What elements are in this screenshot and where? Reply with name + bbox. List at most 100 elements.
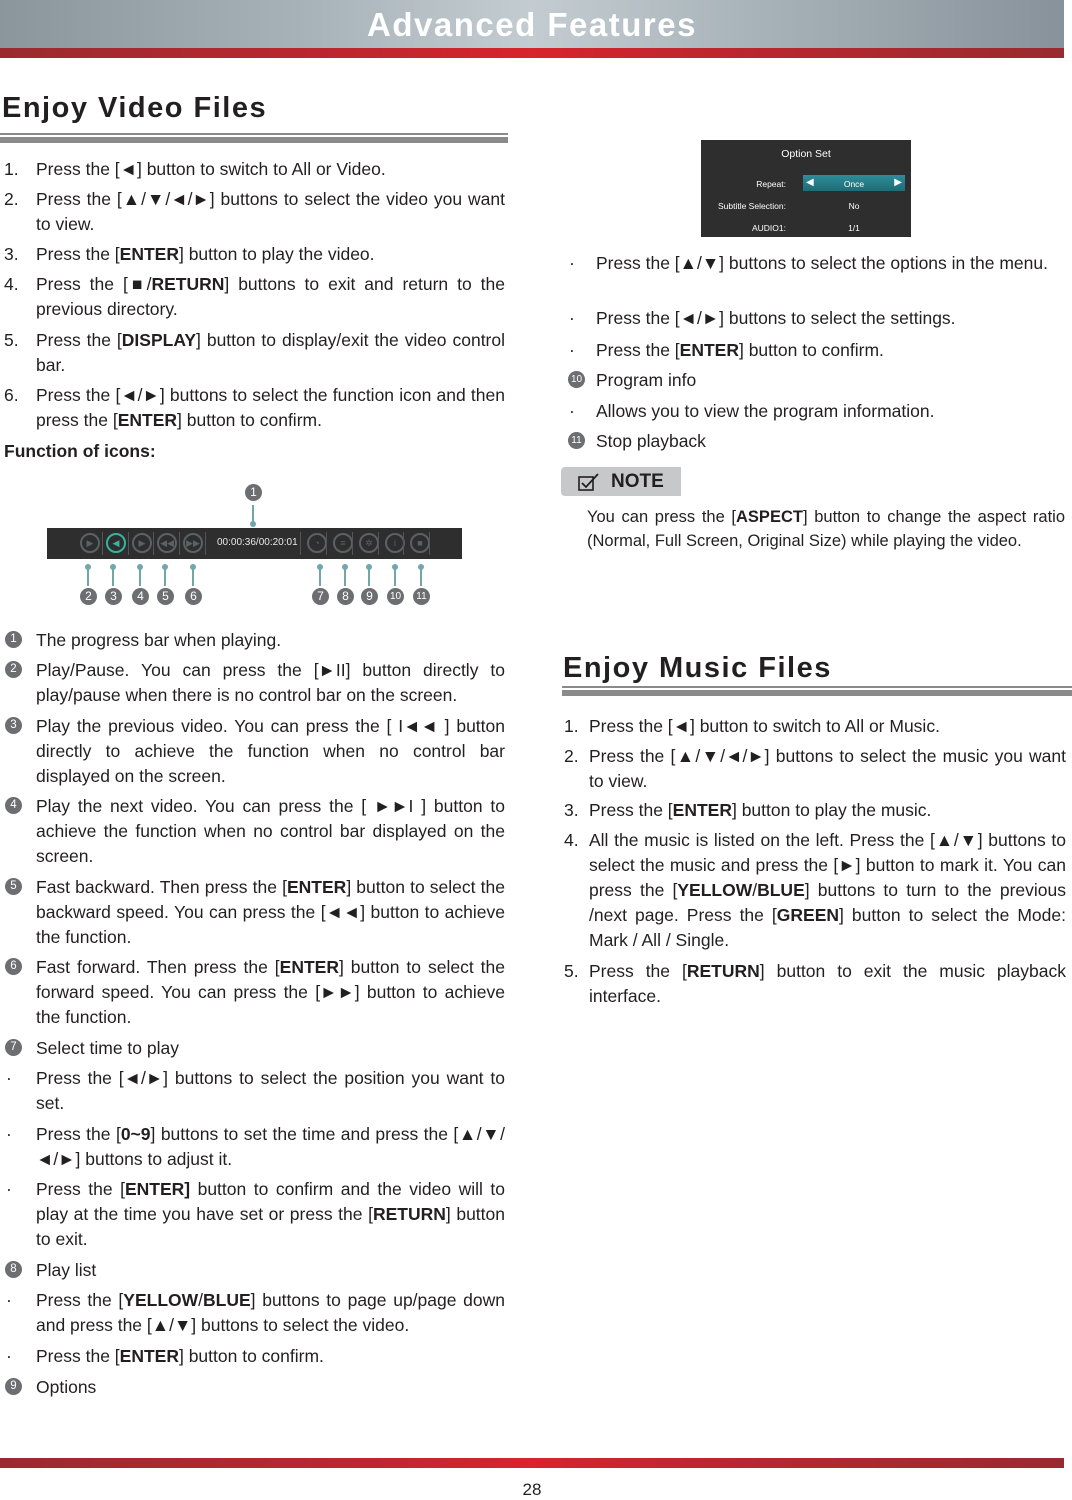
music-title-rule-thick <box>562 690 1072 696</box>
function-heading: Function of icons: <box>4 441 156 461</box>
item-text: Press the [0~9] buttons to set the time … <box>36 1124 505 1169</box>
time-icon[interactable]: ◔ <box>307 533 327 553</box>
item-text: Press the [◄/►] buttons to select the se… <box>596 308 956 328</box>
option-value-audio[interactable]: 1/1 <box>803 223 905 233</box>
control-separator <box>403 532 404 555</box>
item-text: All the music is listed on the left. Pre… <box>589 830 1066 950</box>
item-text: Press the [ENTER] button to play the vid… <box>36 244 375 264</box>
bullet: · <box>569 253 575 273</box>
fast-backward-icon-glyph: ◀◀ <box>160 538 174 548</box>
info-icon[interactable]: i <box>385 533 405 553</box>
control-separator <box>128 532 129 555</box>
bullet: · <box>569 308 575 328</box>
item-text: Press the [◄] button to switch to All or… <box>589 716 940 736</box>
play-pause-icon[interactable]: ▶ <box>80 533 100 553</box>
bullet: · <box>569 340 575 360</box>
item-text: Press the [◄/►] buttons to select the po… <box>36 1068 505 1113</box>
playlist-icon-glyph: ≡ <box>340 538 346 548</box>
function-item: · Press the [ENTER] button to confirm and… <box>0 1177 505 1252</box>
footer-red-bar <box>0 1458 1064 1468</box>
callout-dot <box>190 564 196 570</box>
header-title: Advanced Features <box>367 6 697 43</box>
control-separator <box>153 532 154 555</box>
item-text: Press the [◄] button to switch to All or… <box>36 159 386 179</box>
step-number: 4. <box>564 830 579 850</box>
callout-number-badge: 11 <box>413 588 430 605</box>
control-bar-time: 00:00:36/00:20:01 <box>217 537 298 548</box>
step-number: 5. <box>4 330 19 350</box>
option-label-subtitle: Subtitle Selection: <box>717 201 786 211</box>
callout-number-badge: 9 <box>5 1378 22 1395</box>
item-text: Fast forward. Then press the [ENTER] but… <box>36 957 505 1027</box>
item-text: Press the [▲/▼] buttons to select the op… <box>596 253 1048 273</box>
next-icon-glyph: ▶ <box>138 538 146 548</box>
callout-dot <box>162 564 168 570</box>
item-text: Stop playback <box>596 431 706 451</box>
option-item: · Press the [◄/►] buttons to select the s… <box>563 306 1065 331</box>
info-icon-glyph: i <box>394 538 396 548</box>
previous-icon[interactable]: ◀ <box>106 533 126 553</box>
callout-number-badge: 6 <box>185 588 202 605</box>
control-separator <box>205 532 206 555</box>
music-step-item: 3. Press the [ENTER] button to play the m… <box>564 798 1066 823</box>
function-item: 9 Options <box>0 1375 505 1400</box>
item-text: Program info <box>596 370 697 390</box>
item-text: Options <box>36 1377 97 1397</box>
option-value-subtitle[interactable]: No <box>803 201 905 211</box>
option-value-repeat[interactable]: Once <box>803 179 905 189</box>
option-item: · Press the [ENTER] button to confirm. <box>563 338 1065 363</box>
option-item: 11 Stop playback <box>563 429 1065 454</box>
time-icon-glyph: ◔ <box>314 538 320 548</box>
bullet: · <box>6 1290 12 1310</box>
fast-forward-icon[interactable]: ▶▶ <box>183 533 203 553</box>
video-step-item: 4. Press the [■/RETURN] buttons to exit a… <box>4 272 505 322</box>
page-header: Advanced Features <box>0 0 1064 48</box>
callout-dot <box>342 564 348 570</box>
function-item: · Press the [◄/►] buttons to select the p… <box>0 1066 505 1116</box>
step-number: 1. <box>564 716 579 736</box>
item-text: Press the [ENTER] button to confirm and … <box>36 1179 505 1249</box>
item-text: The progress bar when playing. <box>36 630 282 650</box>
video-step-item: 1. Press the [◄] button to switch to All … <box>4 157 505 182</box>
item-text: Press the [■/RETURN] buttons to exit and… <box>36 274 505 319</box>
playlist-icon[interactable]: ≡ <box>333 533 353 553</box>
callout-number-badge: 6 <box>5 958 22 975</box>
note-badge: NOTE <box>561 467 681 496</box>
stop-icon-glyph: ■ <box>417 538 423 548</box>
video-step-item: 2. Press the [▲/▼/◄/►] buttons to select … <box>4 187 505 237</box>
item-text: Press the [ENTER] button to confirm. <box>36 1346 324 1366</box>
options-icon[interactable]: ✲ <box>359 533 379 553</box>
item-text: Allows you to view the program informati… <box>596 401 935 421</box>
music-title-rule <box>562 686 1072 688</box>
control-separator <box>378 532 379 555</box>
callout-number-badge: 3 <box>105 588 122 605</box>
options-icon-glyph: ✲ <box>365 538 373 548</box>
function-item: 3 Play the previous video. You can press … <box>0 714 505 789</box>
callout-number-badge: 3 <box>5 717 22 734</box>
control-separator <box>300 532 301 555</box>
control-bar: 00:00:36/00:20:01 ▶ ◀ ▶ ◀◀ ▶▶ ◔ ≡ ✲ i ■ <box>47 528 462 559</box>
play-pause-icon-glyph: ▶ <box>86 538 94 548</box>
fast-backward-icon[interactable]: ◀◀ <box>157 533 177 553</box>
video-section-title: Enjoy Video Files <box>2 92 268 124</box>
next-icon[interactable]: ▶ <box>132 533 152 553</box>
stop-icon[interactable]: ■ <box>410 533 430 553</box>
bullet: · <box>6 1124 12 1144</box>
callout-dot <box>137 564 143 570</box>
callout-dot <box>317 564 323 570</box>
control-separator <box>179 532 180 555</box>
fast-forward-icon-glyph: ▶▶ <box>186 538 200 548</box>
item-text: Press the [ENTER] button to play the mus… <box>589 800 932 820</box>
item-text: Press the [DISPLAY] button to display/ex… <box>36 330 505 375</box>
function-item: · Press the [ENTER] button to confirm. <box>0 1344 505 1369</box>
bullet: · <box>6 1346 12 1366</box>
callout-number-badge: 8 <box>5 1261 22 1278</box>
item-text: Select time to play <box>36 1038 179 1058</box>
callout-number-badge: 7 <box>312 588 329 605</box>
callout-dot <box>250 521 256 527</box>
step-number: 2. <box>4 189 19 209</box>
step-number: 5. <box>564 961 579 981</box>
callout-number-badge: 1 <box>5 631 22 648</box>
bullet: · <box>569 401 575 421</box>
step-number: 6. <box>4 385 19 405</box>
